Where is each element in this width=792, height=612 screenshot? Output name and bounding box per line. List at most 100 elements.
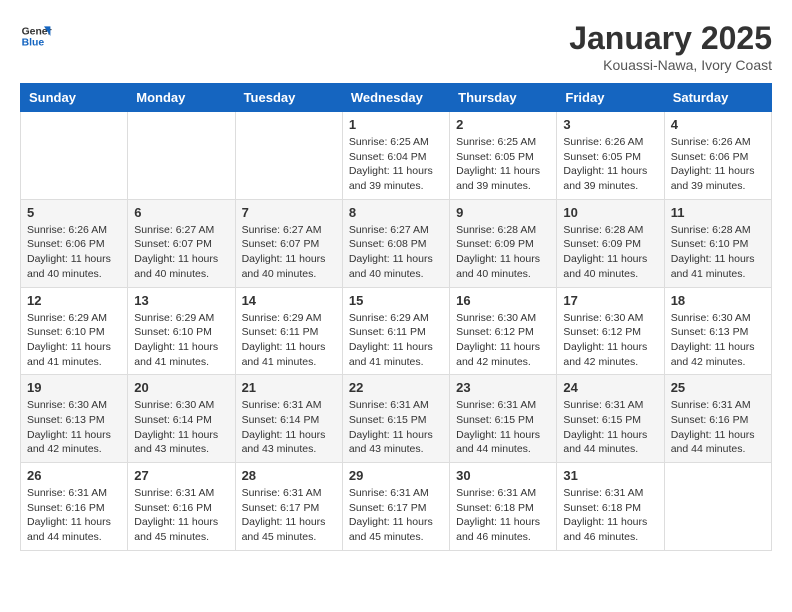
day-number: 27 bbox=[134, 468, 228, 483]
day-number: 11 bbox=[671, 205, 765, 220]
day-number: 24 bbox=[563, 380, 657, 395]
calendar-day-cell: 3Sunrise: 6:26 AM Sunset: 6:05 PM Daylig… bbox=[557, 112, 664, 200]
day-info: Sunrise: 6:31 AM Sunset: 6:18 PM Dayligh… bbox=[456, 486, 550, 545]
day-number: 17 bbox=[563, 293, 657, 308]
calendar-week-row: 19 Sunrise: 6:30 AM Sunset: 6:13 PM Dayli… bbox=[21, 375, 772, 463]
calendar-day-cell: 15 Sunrise: 6:29 AM Sunset: 6:11 PM Dayli… bbox=[342, 287, 449, 375]
day-number: 31 bbox=[563, 468, 657, 483]
day-info: Sunrise: 6:28 AM Sunset: 6:10 PM Dayligh… bbox=[671, 223, 765, 282]
calendar-day-cell: 30 Sunrise: 6:31 AM Sunset: 6:18 PM Dayli… bbox=[450, 463, 557, 551]
calendar-day-cell: 1 Sunrise: 6:25 AM Sunset: 6:04 PM Daylig… bbox=[342, 112, 449, 200]
calendar-day-cell: 2 Sunrise: 6:25 AM Sunset: 6:05 PM Daylig… bbox=[450, 112, 557, 200]
calendar-day-cell: 22 Sunrise: 6:31 AM Sunset: 6:15 PM Dayli… bbox=[342, 375, 449, 463]
logo-icon: General Blue bbox=[20, 20, 52, 52]
calendar-day-cell: 8 Sunrise: 6:27 AM Sunset: 6:08 PM Daylig… bbox=[342, 199, 449, 287]
day-number: 28 bbox=[242, 468, 336, 483]
calendar-day-cell bbox=[664, 463, 771, 551]
calendar-week-row: 1 Sunrise: 6:25 AM Sunset: 6:04 PM Daylig… bbox=[21, 112, 772, 200]
day-number: 23 bbox=[456, 380, 550, 395]
day-number: 21 bbox=[242, 380, 336, 395]
calendar-day-cell: 5Sunrise: 6:26 AM Sunset: 6:06 PM Daylig… bbox=[21, 199, 128, 287]
location-subtitle: Kouassi-Nawa, Ivory Coast bbox=[569, 57, 772, 73]
weekday-header-cell: Sunday bbox=[21, 84, 128, 112]
svg-text:Blue: Blue bbox=[22, 38, 45, 49]
day-info: Sunrise: 6:30 AM Sunset: 6:12 PM Dayligh… bbox=[563, 311, 657, 370]
calendar-day-cell: 19 Sunrise: 6:30 AM Sunset: 6:13 PM Dayli… bbox=[21, 375, 128, 463]
day-info: Sunrise: 6:25 AM Sunset: 6:05 PM Dayligh… bbox=[456, 135, 550, 194]
calendar-week-row: 12 Sunrise: 6:29 AM Sunset: 6:10 PM Dayli… bbox=[21, 287, 772, 375]
calendar-body: 1 Sunrise: 6:25 AM Sunset: 6:04 PM Daylig… bbox=[21, 112, 772, 551]
day-info: Sunrise: 6:27 AM Sunset: 6:07 PM Dayligh… bbox=[134, 223, 228, 282]
calendar-day-cell: 20Sunrise: 6:30 AM Sunset: 6:14 PM Dayli… bbox=[128, 375, 235, 463]
day-info: Sunrise: 6:29 AM Sunset: 6:10 PM Dayligh… bbox=[134, 311, 228, 370]
day-number: 25 bbox=[671, 380, 765, 395]
weekday-header-cell: Monday bbox=[128, 84, 235, 112]
day-info: Sunrise: 6:31 AM Sunset: 6:17 PM Dayligh… bbox=[242, 486, 336, 545]
weekday-header-cell: Saturday bbox=[664, 84, 771, 112]
day-info: Sunrise: 6:31 AM Sunset: 6:16 PM Dayligh… bbox=[134, 486, 228, 545]
day-info: Sunrise: 6:29 AM Sunset: 6:11 PM Dayligh… bbox=[349, 311, 443, 370]
day-info: Sunrise: 6:27 AM Sunset: 6:08 PM Dayligh… bbox=[349, 223, 443, 282]
day-number: 4 bbox=[671, 117, 765, 132]
page-header: General Blue January 2025 Kouassi-Nawa, … bbox=[20, 20, 772, 73]
calendar-day-cell: 26Sunrise: 6:31 AM Sunset: 6:16 PM Dayli… bbox=[21, 463, 128, 551]
day-info: Sunrise: 6:28 AM Sunset: 6:09 PM Dayligh… bbox=[456, 223, 550, 282]
calendar-day-cell bbox=[21, 112, 128, 200]
day-number: 18 bbox=[671, 293, 765, 308]
day-info: Sunrise: 6:26 AM Sunset: 6:05 PM Dayligh… bbox=[563, 135, 657, 194]
month-title: January 2025 bbox=[569, 20, 772, 57]
day-number: 6 bbox=[134, 205, 228, 220]
day-number: 2 bbox=[456, 117, 550, 132]
calendar-day-cell: 11 Sunrise: 6:28 AM Sunset: 6:10 PM Dayli… bbox=[664, 199, 771, 287]
day-info: Sunrise: 6:31 AM Sunset: 6:18 PM Dayligh… bbox=[563, 486, 657, 545]
calendar-day-cell: 7 Sunrise: 6:27 AM Sunset: 6:07 PM Daylig… bbox=[235, 199, 342, 287]
day-info: Sunrise: 6:30 AM Sunset: 6:13 PM Dayligh… bbox=[671, 311, 765, 370]
day-number: 22 bbox=[349, 380, 443, 395]
calendar-week-row: 26Sunrise: 6:31 AM Sunset: 6:16 PM Dayli… bbox=[21, 463, 772, 551]
day-number: 19 bbox=[27, 380, 121, 395]
calendar-day-cell: 24 Sunrise: 6:31 AM Sunset: 6:15 PM Dayli… bbox=[557, 375, 664, 463]
day-info: Sunrise: 6:31 AM Sunset: 6:15 PM Dayligh… bbox=[349, 398, 443, 457]
calendar-day-cell: 25 Sunrise: 6:31 AM Sunset: 6:16 PM Dayli… bbox=[664, 375, 771, 463]
day-info: Sunrise: 6:31 AM Sunset: 6:16 PM Dayligh… bbox=[671, 398, 765, 457]
calendar-day-cell: 27 Sunrise: 6:31 AM Sunset: 6:16 PM Dayli… bbox=[128, 463, 235, 551]
day-info: Sunrise: 6:31 AM Sunset: 6:14 PM Dayligh… bbox=[242, 398, 336, 457]
day-info: Sunrise: 6:26 AM Sunset: 6:06 PM Dayligh… bbox=[27, 223, 121, 282]
day-info: Sunrise: 6:26 AM Sunset: 6:06 PM Dayligh… bbox=[671, 135, 765, 194]
logo: General Blue bbox=[20, 20, 56, 52]
weekday-header-cell: Tuesday bbox=[235, 84, 342, 112]
calendar-day-cell: 28 Sunrise: 6:31 AM Sunset: 6:17 PM Dayli… bbox=[235, 463, 342, 551]
calendar-day-cell: 21 Sunrise: 6:31 AM Sunset: 6:14 PM Dayli… bbox=[235, 375, 342, 463]
calendar-day-cell bbox=[235, 112, 342, 200]
day-info: Sunrise: 6:31 AM Sunset: 6:16 PM Dayligh… bbox=[27, 486, 121, 545]
calendar-day-cell: 29Sunrise: 6:31 AM Sunset: 6:17 PM Dayli… bbox=[342, 463, 449, 551]
day-info: Sunrise: 6:27 AM Sunset: 6:07 PM Dayligh… bbox=[242, 223, 336, 282]
day-info: Sunrise: 6:30 AM Sunset: 6:12 PM Dayligh… bbox=[456, 311, 550, 370]
day-number: 12 bbox=[27, 293, 121, 308]
calendar-day-cell: 31 Sunrise: 6:31 AM Sunset: 6:18 PM Dayli… bbox=[557, 463, 664, 551]
day-info: Sunrise: 6:29 AM Sunset: 6:11 PM Dayligh… bbox=[242, 311, 336, 370]
calendar-day-cell: 16 Sunrise: 6:30 AM Sunset: 6:12 PM Dayli… bbox=[450, 287, 557, 375]
day-number: 13 bbox=[134, 293, 228, 308]
calendar-table: SundayMondayTuesdayWednesdayThursdayFrid… bbox=[20, 83, 772, 551]
day-number: 16 bbox=[456, 293, 550, 308]
day-number: 7 bbox=[242, 205, 336, 220]
day-info: Sunrise: 6:30 AM Sunset: 6:13 PM Dayligh… bbox=[27, 398, 121, 457]
day-number: 10 bbox=[563, 205, 657, 220]
weekday-header-cell: Wednesday bbox=[342, 84, 449, 112]
day-number: 15 bbox=[349, 293, 443, 308]
day-number: 29 bbox=[349, 468, 443, 483]
day-info: Sunrise: 6:31 AM Sunset: 6:15 PM Dayligh… bbox=[563, 398, 657, 457]
title-area: January 2025 Kouassi-Nawa, Ivory Coast bbox=[569, 20, 772, 73]
day-number: 8 bbox=[349, 205, 443, 220]
day-info: Sunrise: 6:31 AM Sunset: 6:15 PM Dayligh… bbox=[456, 398, 550, 457]
calendar-day-cell bbox=[128, 112, 235, 200]
calendar-day-cell: 23 Sunrise: 6:31 AM Sunset: 6:15 PM Dayli… bbox=[450, 375, 557, 463]
day-info: Sunrise: 6:30 AM Sunset: 6:14 PM Dayligh… bbox=[134, 398, 228, 457]
day-info: Sunrise: 6:25 AM Sunset: 6:04 PM Dayligh… bbox=[349, 135, 443, 194]
day-info: Sunrise: 6:28 AM Sunset: 6:09 PM Dayligh… bbox=[563, 223, 657, 282]
day-number: 1 bbox=[349, 117, 443, 132]
calendar-day-cell: 12Sunrise: 6:29 AM Sunset: 6:10 PM Dayli… bbox=[21, 287, 128, 375]
calendar-day-cell: 9Sunrise: 6:28 AM Sunset: 6:09 PM Daylig… bbox=[450, 199, 557, 287]
day-number: 30 bbox=[456, 468, 550, 483]
